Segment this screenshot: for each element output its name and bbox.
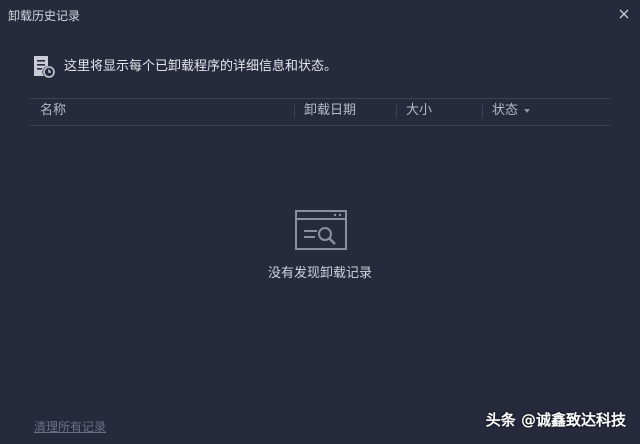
column-divider (482, 105, 483, 118)
info-text: 这里将显示每个已卸载程序的详细信息和状态。 (64, 59, 338, 74)
empty-search-window-icon (295, 210, 347, 250)
column-header-status[interactable]: 状态 (492, 103, 531, 119)
empty-state-text: 没有发现卸载记录 (267, 266, 372, 281)
watermark: 头条 @诚鑫致达科技 (485, 411, 626, 429)
column-divider (396, 105, 397, 118)
close-icon[interactable] (616, 6, 632, 22)
column-header-name[interactable]: 名称 (40, 103, 66, 119)
column-header-size[interactable]: 大小 (406, 103, 432, 119)
document-clock-icon (33, 55, 55, 79)
column-divider (294, 105, 295, 118)
uninstall-history-dialog: 卸载历史记录 这里将显示每个已卸载程序的详细信息和状态。 名称 卸载日期 大小 (0, 0, 640, 444)
titlebar: 卸载历史记录 (0, 0, 640, 30)
clear-all-records-link[interactable]: 清理所有记录 (34, 419, 106, 435)
sort-down-icon (524, 108, 531, 113)
window-title: 卸载历史记录 (8, 9, 81, 23)
table-header: 名称 卸载日期 大小 状态 (30, 98, 610, 126)
column-header-status-label: 状态 (492, 103, 519, 118)
column-header-date[interactable]: 卸载日期 (304, 103, 356, 119)
